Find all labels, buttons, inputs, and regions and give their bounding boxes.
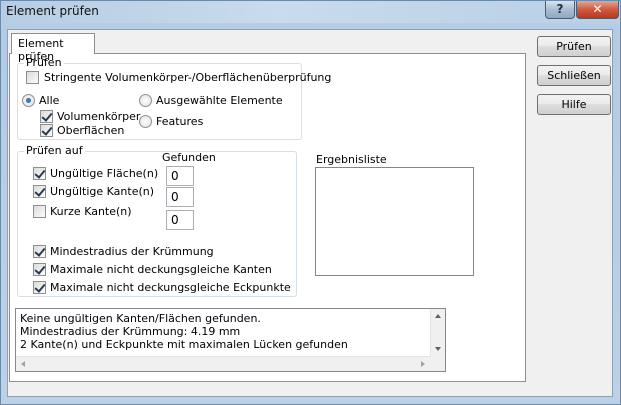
close-button[interactable]: Schließen [537, 65, 611, 86]
window-title: Element prüfen [6, 4, 99, 18]
features-label: Features [156, 115, 204, 128]
found-column-header: Gefunden [162, 151, 216, 164]
close-icon: ✕ [592, 2, 603, 16]
title-bar[interactable]: Element prüfen [1, 1, 620, 23]
pruefen-auf-group-title: Prüfen auf [24, 144, 85, 157]
result-list-box[interactable] [315, 167, 474, 276]
message-lines: Keine ungültigen Kanten/Flächen gefunden… [20, 312, 348, 351]
result-list-label: Ergebnisliste [316, 153, 387, 166]
horizontal-scrollbar[interactable] [16, 356, 430, 371]
strict-check-checkbox[interactable] [26, 71, 39, 84]
tab-label: Element prüfen [18, 37, 64, 63]
max-gap-vertices-checkbox[interactable] [33, 281, 46, 294]
scrollbar-corner [430, 356, 445, 371]
invalid-edges-checkbox[interactable] [33, 185, 46, 198]
scroll-left-icon[interactable] [21, 361, 25, 367]
min-curvature-label: Mindestradius der Krümmung [50, 245, 214, 258]
scroll-right-icon[interactable] [421, 361, 425, 367]
short-edges-label: Kurze Kante(n) [50, 205, 132, 218]
message-area[interactable]: Keine ungültigen Kanten/Flächen gefunden… [15, 308, 446, 372]
min-curvature-checkbox[interactable] [33, 245, 46, 258]
surfaces-label: Oberflächen [57, 124, 125, 137]
scroll-down-icon[interactable] [435, 347, 441, 351]
message-line: 2 Kante(n) und Eckpunkte mit maximalen L… [20, 338, 348, 351]
selected-elements-label: Ausgewählte Elemente [156, 94, 283, 107]
max-gap-edges-checkbox[interactable] [33, 263, 46, 276]
check-button[interactable]: Prüfen [537, 36, 611, 57]
titlebar-help-button[interactable]: ? [545, 1, 575, 19]
all-radio[interactable] [22, 94, 35, 107]
invalid-faces-checkbox[interactable] [33, 167, 46, 180]
question-icon: ? [556, 2, 564, 16]
features-radio[interactable] [139, 115, 152, 128]
vertical-scrollbar[interactable] [430, 309, 445, 356]
solids-checkbox[interactable] [40, 110, 53, 123]
scroll-up-icon[interactable] [435, 314, 441, 318]
solids-label: Volumenkörper [57, 110, 141, 123]
invalid-faces-label: Ungültige Fläche(n) [50, 167, 159, 180]
titlebar-close-button[interactable]: ✕ [576, 1, 619, 19]
invalid-faces-count: 0 [166, 166, 194, 186]
message-line: Mindestradius der Krümmung: 4.19 mm [20, 325, 241, 338]
strict-check-label: Stringente Volumenkörper-/Oberflächenübe… [44, 71, 332, 84]
invalid-edges-count: 0 [166, 187, 194, 207]
short-edges-checkbox[interactable] [33, 205, 46, 218]
invalid-edges-label: Ungültige Kante(n) [50, 185, 155, 198]
surfaces-checkbox[interactable] [40, 124, 53, 137]
tab-element-pruefen[interactable]: Element prüfen [11, 33, 95, 63]
message-line: Keine ungültigen Kanten/Flächen gefunden… [20, 312, 261, 325]
all-label: Alle [39, 94, 60, 107]
short-edges-count: 0 [166, 210, 194, 230]
max-gap-edges-label: Maximale nicht deckungsgleiche Kanten [50, 263, 272, 276]
selected-elements-radio[interactable] [139, 94, 152, 107]
max-gap-vertices-label: Maximale nicht deckungsgleiche Eckpunkte [50, 281, 291, 294]
help-button[interactable]: Hilfe [537, 94, 611, 115]
